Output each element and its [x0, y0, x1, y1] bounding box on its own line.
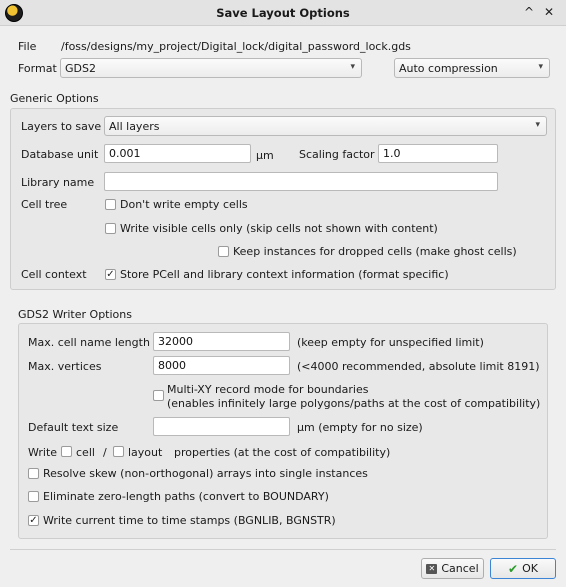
- multi-xy-checkbox[interactable]: [153, 390, 164, 401]
- zero-length-checkbox[interactable]: [28, 491, 39, 502]
- format-select[interactable]: GDS2 ▾: [60, 58, 362, 78]
- max-vertices-hint: (<4000 recommended, absolute limit 8191): [297, 360, 540, 373]
- button-separator: [10, 549, 556, 550]
- properties-hint: properties (at the cost of compatibility…: [174, 446, 391, 459]
- store-pcell-label: Store PCell and library context informat…: [120, 268, 449, 281]
- text-size-label: Default text size: [28, 421, 119, 434]
- text-size-hint: µm (empty for no size): [297, 421, 423, 434]
- generic-options-title: Generic Options: [10, 92, 99, 105]
- keep-instances-checkbox[interactable]: [218, 246, 229, 257]
- close-icon[interactable]: ✕: [544, 5, 554, 19]
- multi-xy-subtext: (enables infinitely large polygons/paths…: [167, 397, 541, 410]
- multi-xy-label: Multi-XY record mode for boundaries: [167, 383, 369, 396]
- ok-label: OK: [522, 562, 538, 575]
- chevron-down-icon: ▾: [535, 120, 540, 130]
- check-icon: ✓: [29, 514, 38, 526]
- text-size-field[interactable]: [153, 417, 290, 436]
- compression-value: Auto compression: [399, 62, 498, 75]
- timestamps-label: Write current time to time stamps (BGNLI…: [43, 514, 336, 527]
- db-unit-suffix: µm: [256, 149, 274, 162]
- max-name-field[interactable]: [153, 332, 290, 351]
- scaling-label: Scaling factor: [299, 148, 375, 161]
- window-title: Save Layout Options: [216, 6, 350, 20]
- keep-instances-label: Keep instances for dropped cells (make g…: [233, 245, 517, 258]
- ok-button[interactable]: ✔ OK: [490, 558, 556, 579]
- layers-value: All layers: [109, 120, 160, 133]
- zero-length-label: Eliminate zero-length paths (convert to …: [43, 490, 329, 503]
- format-value: GDS2: [65, 62, 96, 75]
- db-unit-label: Database unit: [21, 148, 99, 161]
- layers-label: Layers to save: [21, 120, 102, 133]
- scaling-field[interactable]: [378, 144, 498, 163]
- write-label: Write: [28, 446, 58, 459]
- file-label: File: [18, 40, 37, 53]
- chevron-down-icon: ▾: [538, 62, 543, 72]
- layout-properties-checkbox[interactable]: [113, 446, 124, 457]
- cancel-icon: ✕: [426, 563, 438, 574]
- no-empty-cells-checkbox[interactable]: [105, 199, 116, 210]
- layout-properties-label: layout: [128, 446, 163, 459]
- check-icon: ✓: [106, 268, 115, 280]
- cell-properties-checkbox[interactable]: [61, 446, 72, 457]
- gds2-options-title: GDS2 Writer Options: [18, 308, 132, 321]
- cancel-button[interactable]: ✕ Cancel: [421, 558, 484, 579]
- cancel-label: Cancel: [441, 562, 479, 575]
- library-label: Library name: [21, 176, 95, 189]
- max-name-label: Max. cell name length: [28, 336, 150, 349]
- resolve-skew-label: Resolve skew (non-orthogonal) arrays int…: [43, 467, 368, 480]
- visible-only-label: Write visible cells only (skip cells not…: [120, 222, 438, 235]
- cell-properties-label: cell: [76, 446, 95, 459]
- timestamps-checkbox[interactable]: ✓: [28, 515, 39, 526]
- properties-slash: /: [103, 446, 107, 459]
- minimize-icon[interactable]: ^: [524, 5, 534, 19]
- max-vertices-field[interactable]: [153, 356, 290, 375]
- db-unit-field[interactable]: [104, 144, 251, 163]
- max-vertices-label: Max. vertices: [28, 360, 102, 373]
- compression-select[interactable]: Auto compression ▾: [394, 58, 550, 78]
- store-pcell-checkbox[interactable]: ✓: [105, 269, 116, 280]
- max-name-hint: (keep empty for unspecified limit): [297, 336, 484, 349]
- visible-only-checkbox[interactable]: [105, 223, 116, 234]
- layers-select[interactable]: All layers ▾: [104, 116, 547, 136]
- file-path: /foss/designs/my_project/Digital_lock/di…: [61, 40, 411, 53]
- no-empty-cells-label: Don't write empty cells: [120, 198, 248, 211]
- ok-check-icon: ✔: [508, 561, 519, 576]
- cell-context-label: Cell context: [21, 268, 87, 281]
- cell-tree-label: Cell tree: [21, 198, 68, 211]
- chevron-down-icon: ▾: [350, 62, 355, 72]
- library-field[interactable]: [104, 172, 498, 191]
- format-label: Format: [18, 62, 57, 75]
- resolve-skew-checkbox[interactable]: [28, 468, 39, 479]
